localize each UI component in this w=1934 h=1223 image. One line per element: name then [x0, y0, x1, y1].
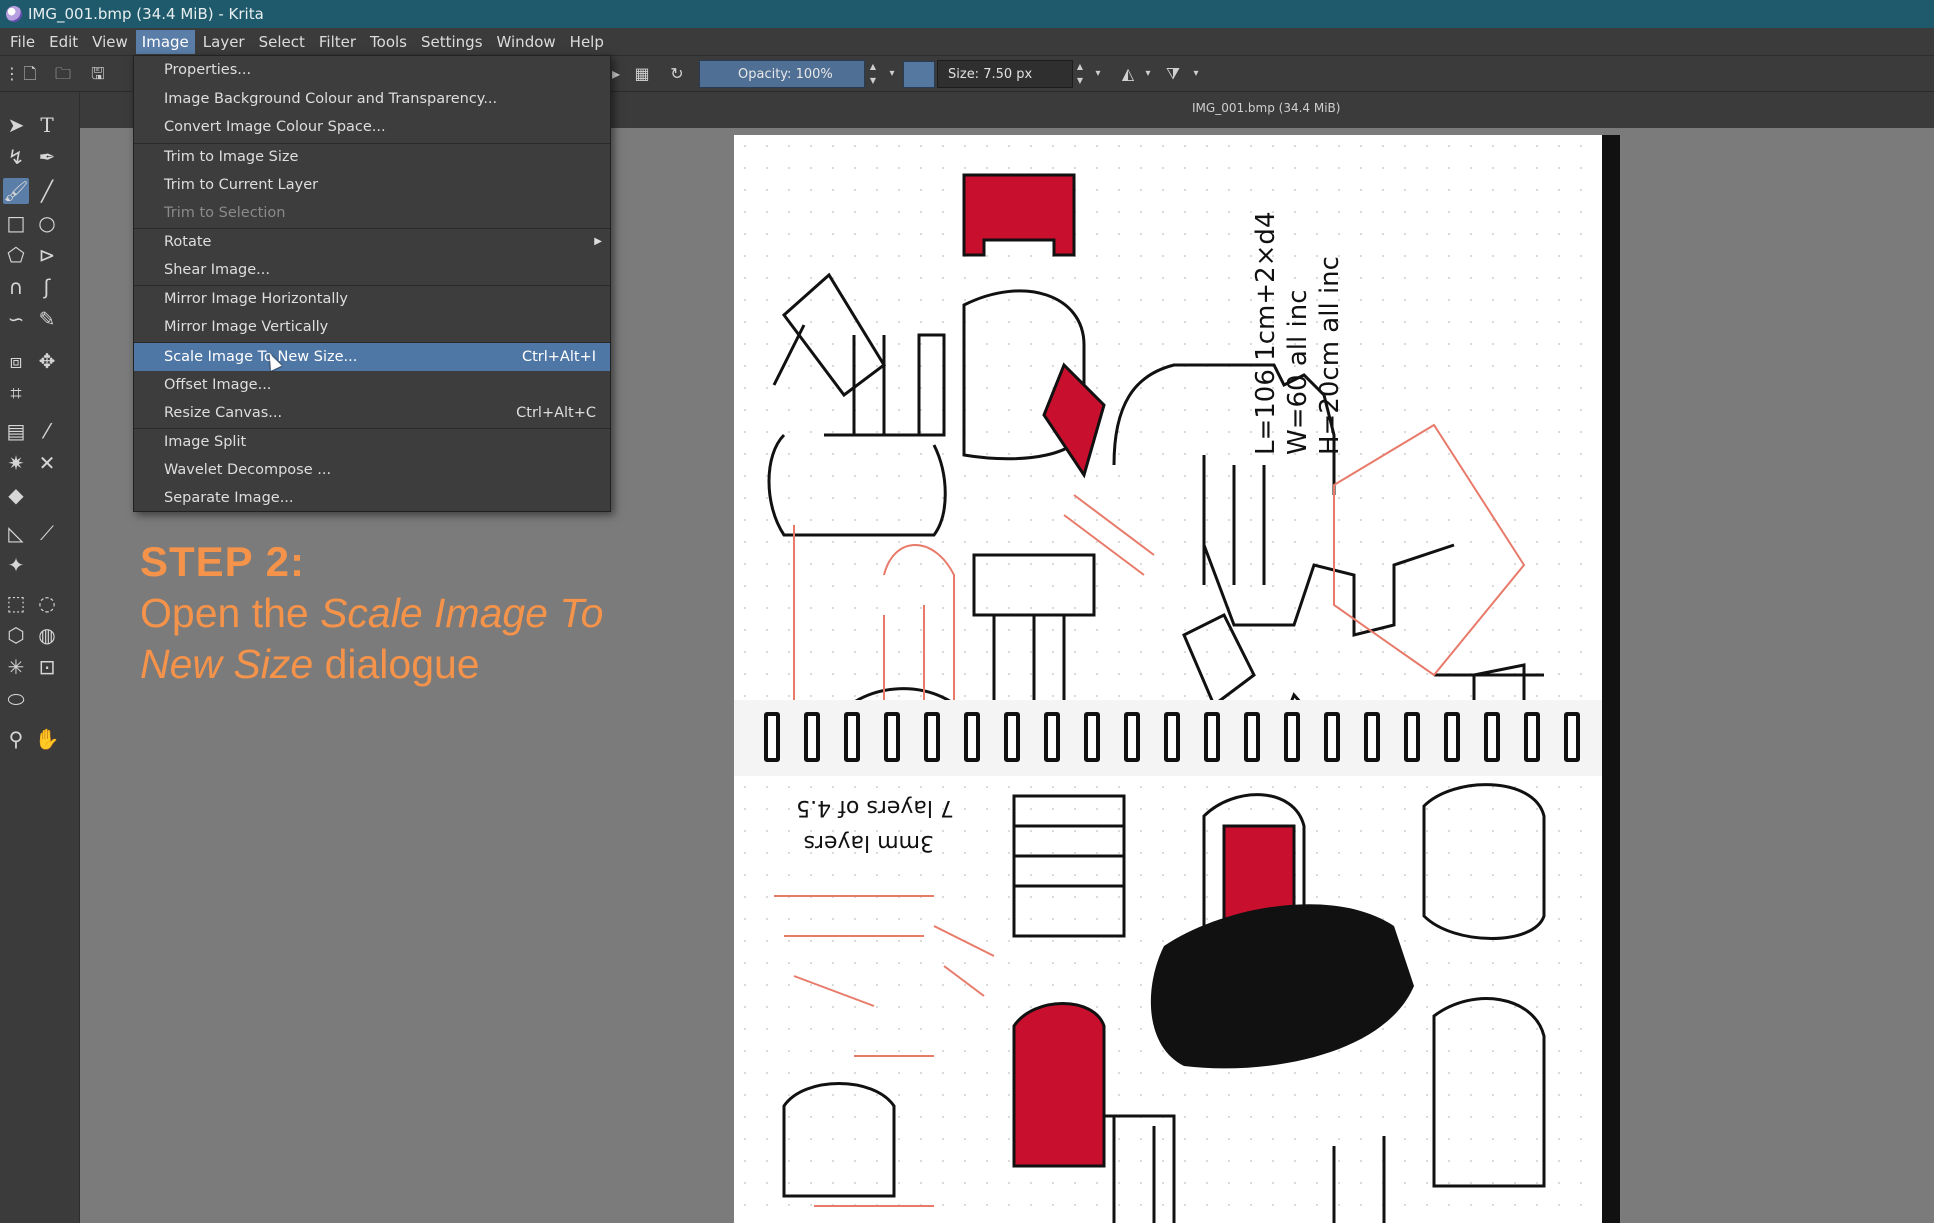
- bezier-select-icon[interactable]: ⬭: [3, 686, 29, 712]
- select-shapes-icon[interactable]: ➤: [3, 112, 29, 138]
- mirror-vertical-icon[interactable]: ⧩: [1163, 64, 1183, 84]
- fill-tool-icon[interactable]: ◆: [3, 482, 29, 508]
- title-bar: IMG_001.bmp (34.4 MiB) - Krita: [0, 0, 1934, 28]
- menu-image[interactable]: Image: [135, 29, 195, 54]
- freehand-brush-icon[interactable]: 🖌: [3, 178, 29, 204]
- new-document-icon[interactable]: 🗋: [20, 64, 40, 84]
- reference-line-icon[interactable]: ⟋: [34, 520, 60, 546]
- mirror-horizontal-icon[interactable]: ◭: [1118, 64, 1138, 84]
- menu-filter[interactable]: Filter: [313, 30, 362, 54]
- menu-item-scale-image[interactable]: Scale Image To New Size... Ctrl+Alt+I: [134, 343, 610, 371]
- menu-item-properties[interactable]: Properties...: [134, 56, 610, 84]
- menu-settings[interactable]: Settings: [415, 30, 489, 54]
- mirror-v-dropdown-icon[interactable]: ▾: [1186, 64, 1206, 84]
- krita-window: IMG_001.bmp (34.4 MiB) - Krita File Edit…: [0, 0, 1934, 1223]
- opacity-dropdown-icon[interactable]: ▾: [882, 64, 902, 84]
- mirror-h-dropdown-icon[interactable]: ▾: [1138, 64, 1158, 84]
- crop-tool-icon[interactable]: ⌗: [3, 380, 29, 406]
- page-shadow: [1600, 135, 1620, 1223]
- menu-item-shear[interactable]: Shear Image...: [134, 256, 610, 284]
- elliptical-select-icon[interactable]: ◌: [34, 590, 60, 616]
- freehand-path-icon[interactable]: ʃ: [34, 274, 60, 300]
- save-icon[interactable]: 🖫: [88, 64, 108, 84]
- opacity-spin-icon[interactable]: ▲ ▼: [866, 60, 880, 88]
- multibrush-icon[interactable]: ✎: [34, 306, 60, 332]
- step-annotation: STEP 2: Open the Scale Image To New Size…: [140, 538, 603, 690]
- sketch-image-lower[interactable]: 3mm layers 7 layers of 4.5: [734, 776, 1602, 1223]
- pan-tool-icon[interactable]: ✋: [34, 726, 60, 752]
- similar-select-icon[interactable]: ⊡: [34, 654, 60, 680]
- menu-layer[interactable]: Layer: [197, 30, 251, 54]
- gradient-tool-icon[interactable]: ▤: [3, 418, 29, 444]
- menu-item-mirror-horizontal[interactable]: Mirror Image Horizontally: [134, 285, 610, 313]
- line-tool-icon[interactable]: ╱: [34, 178, 60, 204]
- color-swatch[interactable]: [903, 61, 935, 88]
- svg-text:W=60 all inc: W=60 all inc: [1283, 290, 1313, 455]
- alpha-checker-icon[interactable]: ▦: [632, 64, 652, 84]
- assistant-tool-icon[interactable]: ✕: [34, 450, 60, 476]
- move-tool-icon[interactable]: ✥: [34, 348, 60, 374]
- menu-item-trim-image-size[interactable]: Trim to Image Size: [134, 143, 610, 171]
- color-picker-icon[interactable]: ⁄: [34, 418, 60, 444]
- menu-item-background-colour[interactable]: Image Background Colour and Transparency…: [134, 85, 610, 113]
- smart-patch-icon[interactable]: ✷: [3, 450, 29, 476]
- notebook-spiral: [734, 700, 1602, 776]
- document-tab-title[interactable]: IMG_001.bmp (34.4 MiB): [1192, 101, 1340, 115]
- sketch-drawings-lower: 3mm layers 7 layers of 4.5: [774, 783, 1546, 1223]
- size-dropdown-icon[interactable]: ▾: [1088, 64, 1108, 84]
- menu-view[interactable]: View: [86, 30, 134, 54]
- ellipse-tool-icon[interactable]: ○: [34, 210, 60, 236]
- menu-file[interactable]: File: [4, 30, 41, 54]
- menu-item-rotate[interactable]: Rotate ▶: [134, 228, 610, 256]
- menu-tools[interactable]: Tools: [364, 30, 413, 54]
- menu-bar: File Edit View Image Layer Select Filter…: [0, 28, 1934, 55]
- reference-images-icon[interactable]: ✦: [3, 552, 29, 578]
- dynamic-brush-icon[interactable]: ∽: [3, 306, 29, 332]
- step-description: Open the Scale Image To New Size dialogu…: [140, 590, 604, 687]
- polygon-select-icon[interactable]: ⬡: [3, 622, 29, 648]
- menu-item-offset-image[interactable]: Offset Image...: [134, 371, 610, 399]
- menu-help[interactable]: Help: [564, 30, 610, 54]
- text-tool-icon[interactable]: T: [34, 112, 60, 138]
- menu-item-mirror-vertical[interactable]: Mirror Image Vertically: [134, 313, 610, 341]
- opacity-slider[interactable]: Opacity: 100%: [699, 60, 865, 88]
- bezier-tool-icon[interactable]: ∩: [3, 274, 29, 300]
- polygon-tool-icon[interactable]: ⬠: [3, 242, 29, 268]
- step-heading: STEP 2:: [140, 538, 305, 585]
- menu-item-wavelet-decompose[interactable]: Wavelet Decompose ...: [134, 456, 610, 484]
- menu-item-trim-current-layer[interactable]: Trim to Current Layer: [134, 171, 610, 199]
- zoom-tool-icon[interactable]: ⚲: [3, 726, 29, 752]
- svg-text:7 layers of 4.5: 7 layers of 4.5: [796, 795, 954, 820]
- menu-item-separate-image[interactable]: Separate Image...: [134, 484, 610, 512]
- menu-item-resize-canvas[interactable]: Resize Canvas... Ctrl+Alt+C: [134, 399, 610, 427]
- svg-text:L=106.1cm+2×d4: L=106.1cm+2×d4: [1251, 212, 1281, 455]
- calligraphy-icon[interactable]: ✒: [34, 144, 60, 170]
- svg-text:H=20cm all inc: H=20cm all inc: [1315, 256, 1345, 455]
- transform-tool-icon[interactable]: ⧈: [3, 348, 29, 374]
- menu-item-convert-colour-space[interactable]: Convert Image Colour Space...: [134, 113, 610, 141]
- rectangle-tool-icon[interactable]: □: [3, 210, 29, 236]
- menu-edit[interactable]: Edit: [43, 30, 84, 54]
- menu-select[interactable]: Select: [253, 30, 311, 54]
- svg-text:3mm layers: 3mm layers: [803, 830, 934, 855]
- menu-item-trim-selection: Trim to Selection: [164, 205, 286, 221]
- rectangular-select-icon[interactable]: ⬚: [3, 590, 29, 616]
- grip-icon: ⋮: [4, 64, 20, 83]
- polyline-tool-icon[interactable]: ⊳: [34, 242, 60, 268]
- contiguous-select-icon[interactable]: ✳: [3, 654, 29, 680]
- krita-logo-icon: [6, 6, 22, 22]
- submenu-arrow-icon: ▶: [594, 236, 602, 247]
- measure-tool-icon[interactable]: ◺: [3, 520, 29, 546]
- reload-preset-icon[interactable]: ↻: [667, 64, 687, 84]
- brush-size-slider[interactable]: Size: 7.50 px: [937, 60, 1073, 88]
- edit-shapes-icon[interactable]: ↯: [3, 144, 29, 170]
- image-menu: Properties... Image Background Colour an…: [133, 55, 611, 512]
- freehand-select-icon[interactable]: ◍: [34, 622, 60, 648]
- open-folder-icon[interactable]: 🗀: [53, 64, 73, 84]
- size-spin-icon[interactable]: ▲ ▼: [1073, 60, 1087, 88]
- window-title: IMG_001.bmp (34.4 MiB) - Krita: [28, 5, 264, 23]
- toolbox: ➤ T ↯ ✒ 🖌 ╱ □ ○ ⬠ ⊳ ∩ ʃ ∽ ✎ ⧈ ✥ ⌗ ▤ ⁄ ✷ …: [0, 92, 80, 1223]
- menu-item-image-split[interactable]: Image Split: [134, 428, 610, 456]
- menu-window[interactable]: Window: [491, 30, 562, 54]
